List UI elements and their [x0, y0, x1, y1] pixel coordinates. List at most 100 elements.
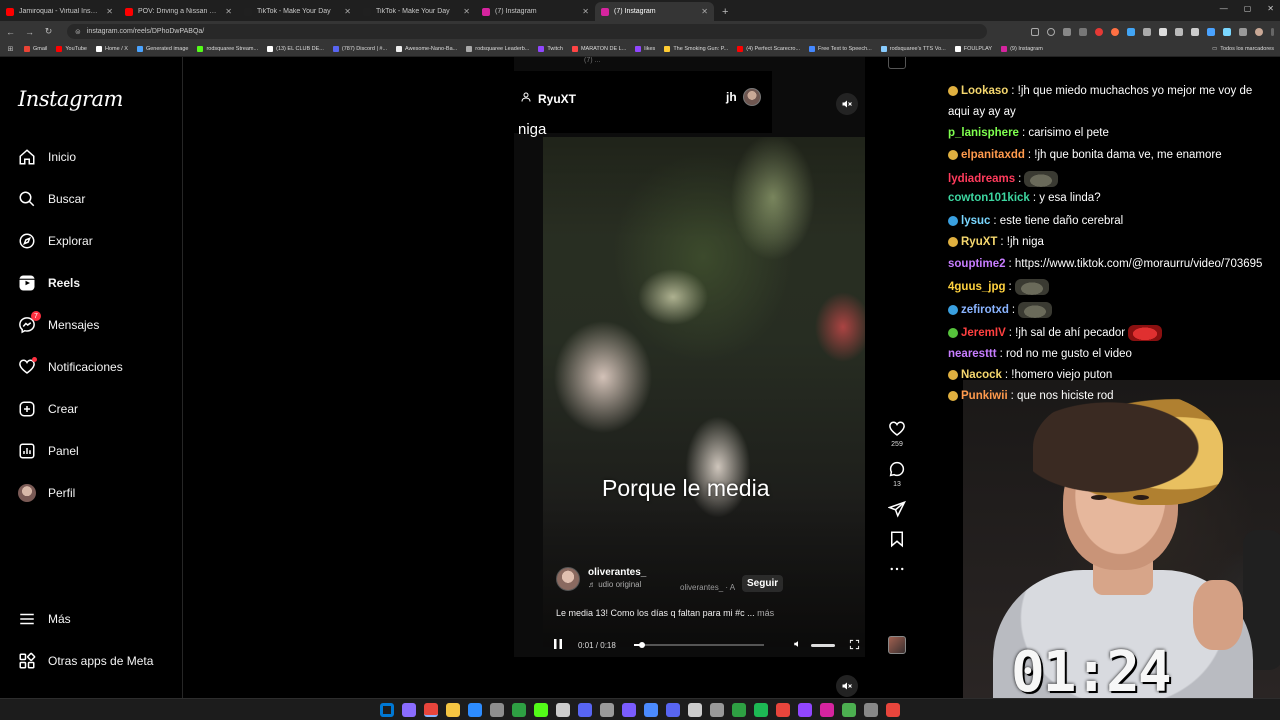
nav-explorar[interactable]: Explorar	[18, 229, 93, 253]
minimize-button[interactable]: —	[1220, 4, 1228, 13]
audio-tag[interactable]: oliverantes_ · A	[680, 583, 735, 592]
next-reel-mute-button[interactable]	[836, 675, 858, 697]
reload-icon[interactable]: ↻	[44, 26, 53, 37]
nav-panel[interactable]: Panel	[18, 439, 79, 463]
nav-meta-apps[interactable]: Otras apps de Meta	[18, 649, 153, 673]
extension-icon-6[interactable]	[1175, 27, 1183, 36]
taskbar-app-icon[interactable]	[754, 702, 768, 717]
chat-username[interactable]: Lookaso	[961, 85, 1008, 97]
apps-grid-icon[interactable]: ⊞	[6, 45, 15, 53]
previous-reel-handle[interactable]	[888, 57, 906, 69]
audio-thumbnail[interactable]	[888, 636, 906, 654]
taskbar-app-icon[interactable]	[402, 702, 416, 717]
tab-close-icon[interactable]: ✕	[344, 7, 351, 16]
taskbar-app-icon[interactable]	[688, 702, 702, 717]
taskbar-app-icon[interactable]	[842, 702, 856, 717]
instagram-logo[interactable]: Instagram	[18, 87, 123, 111]
extension-icon-3[interactable]	[1127, 27, 1135, 36]
creator-audio[interactable]: ♬ udio original	[588, 580, 646, 589]
chat-username[interactable]: 4guus_jpg	[948, 281, 1006, 293]
extension-icon-1[interactable]	[1095, 27, 1103, 36]
browser-tab[interactable]: TikTok - Make Your Day ✕	[238, 2, 357, 21]
taskbar-app-icon[interactable]	[424, 702, 438, 717]
taskbar-app-icon[interactable]	[644, 702, 658, 717]
zoom-icon[interactable]	[1047, 27, 1055, 36]
comment-action[interactable]: 13	[884, 460, 910, 488]
creator-avatar[interactable]	[556, 567, 580, 591]
seek-knob[interactable]	[638, 642, 645, 648]
bookmark-item[interactable]: rodsquaree Stream...	[197, 46, 258, 52]
follow-button[interactable]: Seguir	[742, 575, 784, 592]
nav-crear[interactable]: Crear	[18, 397, 78, 421]
taskbar-app-icon[interactable]	[490, 702, 504, 717]
creator-name[interactable]: oliverantes_	[588, 567, 646, 578]
extensions-puzzle-icon[interactable]	[1239, 27, 1247, 36]
chat-username[interactable]: RyuXT	[961, 236, 997, 248]
chat-username[interactable]: nearesttt	[948, 348, 997, 360]
browser-tab[interactable]: (7) Instagram ✕	[476, 2, 595, 21]
taskbar-app-icon[interactable]	[622, 702, 636, 717]
like-action[interactable]: 259	[884, 420, 910, 448]
bookmark-item[interactable]: FOULPLAY	[954, 46, 992, 52]
bookmark-item[interactable]: rodsquaree's TTS Vo...	[880, 46, 946, 52]
browser-tab[interactable]: (7) Instagram ✕	[595, 2, 714, 21]
nav-inicio[interactable]: Inicio	[18, 145, 76, 169]
taskbar-app-icon[interactable]	[776, 702, 790, 717]
reel-player[interactable]: (7) ... RyuXT jh niga Porque le media ol…	[514, 57, 865, 657]
tab-close-icon[interactable]: ✕	[701, 7, 708, 16]
taskbar-app-icon[interactable]	[512, 702, 526, 717]
chat-username[interactable]: lydiadreams	[948, 173, 1015, 185]
bookmark-star-icon[interactable]	[1079, 27, 1087, 36]
seek-bar[interactable]	[633, 642, 764, 648]
address-bar[interactable]: ⊜ instagram.com/reels/DPhoDwPABQa/	[67, 24, 987, 39]
bookmark-item[interactable]: Gmail	[24, 46, 47, 52]
volume-slider[interactable]	[811, 643, 835, 647]
browser-tab[interactable]: Jamiroquai - Virtual Insanity (Official.…	[0, 2, 119, 21]
chat-username[interactable]: lysuc	[961, 215, 990, 227]
browser-tab[interactable]: TikTok - Make Your Day ✕	[357, 2, 476, 21]
taskbar-app-icon[interactable]	[798, 702, 812, 717]
mute-button[interactable]	[836, 93, 858, 115]
volume-icon[interactable]	[793, 639, 803, 651]
bookmark-item[interactable]: YouTube	[56, 46, 87, 52]
menu-icon[interactable]	[1271, 27, 1274, 36]
bookmark-item[interactable]: Generated image	[136, 46, 188, 52]
all-bookmarks[interactable]: ▭ Todos los marcadores	[1212, 46, 1274, 52]
site-info-icon[interactable]: ⊜	[75, 28, 81, 36]
save-action[interactable]	[884, 530, 910, 548]
new-tab-button[interactable]: +	[714, 6, 736, 21]
chat-username[interactable]: souptime2	[948, 258, 1006, 270]
taskbar-app-icon[interactable]	[578, 702, 592, 717]
taskbar-app-icon[interactable]	[534, 702, 548, 717]
chat-username[interactable]: zefirotxd	[961, 304, 1009, 316]
bookmark-item[interactable]: The Smoking Gun: P...	[664, 46, 728, 52]
bookmark-item[interactable]: rodsquaree Leaderb...	[466, 46, 529, 52]
taskbar-app-icon[interactable]	[556, 702, 570, 717]
bookmark-item[interactable]: (13) EL CLUB DE...	[267, 46, 324, 52]
tab-close-icon[interactable]: ✕	[463, 7, 470, 16]
bookmark-item[interactable]: likes	[635, 46, 655, 52]
bookmark-item[interactable]: Free Text to Speech...	[809, 46, 872, 52]
taskbar-app-icon[interactable]	[732, 702, 746, 717]
taskbar-app-icon[interactable]	[820, 702, 834, 717]
nav-mensajes[interactable]: 7 Mensajes	[18, 311, 99, 337]
more-link[interactable]: más	[757, 608, 774, 618]
extension-icon-8[interactable]	[1207, 27, 1215, 36]
bookmark-item[interactable]: Twitch	[538, 46, 563, 52]
nav-mas[interactable]: Más	[18, 607, 71, 631]
bookmark-item[interactable]: (4) Perfect Scarecro...	[737, 46, 800, 52]
extension-icon-5[interactable]	[1159, 27, 1167, 36]
chat-username[interactable]: Punkiwii	[961, 390, 1008, 402]
extension-icon-9[interactable]	[1223, 27, 1231, 36]
back-icon[interactable]: ←	[6, 27, 15, 37]
share-action[interactable]	[884, 500, 910, 518]
maximize-button[interactable]: ▢	[1244, 4, 1252, 13]
forward-icon[interactable]: →	[25, 27, 34, 37]
taskbar-app-icon[interactable]	[468, 702, 482, 717]
taskbar-app-icon[interactable]	[446, 702, 460, 717]
taskbar-app-icon[interactable]	[600, 702, 614, 717]
taskbar-app-icon[interactable]	[886, 702, 900, 717]
extension-icon-7[interactable]	[1191, 27, 1199, 36]
bookmark-item[interactable]: (9) Instagram	[1001, 46, 1043, 52]
browser-tab[interactable]: POV: Driving a Nissan R32 GT-R... ✕	[119, 2, 238, 21]
